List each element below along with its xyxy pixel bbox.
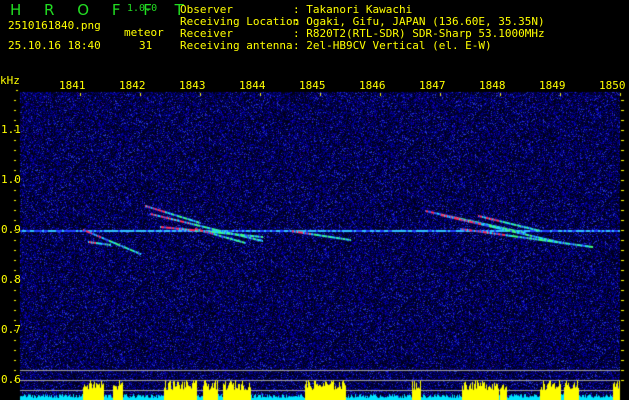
y-tick-label: 0.9 (1, 223, 21, 236)
y-tick-label: 1.1 (1, 123, 21, 136)
x-tick-label: 1849 (539, 79, 566, 92)
x-tick-label: 1842 (119, 79, 146, 92)
x-tick-label: 1841 (59, 79, 86, 92)
meteor-label: meteor (124, 26, 164, 39)
info-label: Receiving antenna (180, 39, 293, 52)
y-unit-label: kHz (0, 74, 20, 87)
x-tick-label: 1843 (179, 79, 206, 92)
y-tick-label: 1.0 (1, 173, 21, 186)
spectrogram (0, 0, 629, 400)
x-tick-label: 1848 (479, 79, 506, 92)
y-tick-label: 0.7 (1, 323, 21, 336)
app-version: 1.0.0 (127, 3, 158, 14)
info-value: : 2el-HB9CV Vertical (el. E-W) (293, 39, 492, 52)
file-name: 2510161840.png (8, 19, 101, 32)
app-logo: H R O F F T (10, 1, 193, 19)
file-datetime: 25.10.16 18:40 (8, 39, 101, 52)
y-tick-label: 0.8 (1, 273, 21, 286)
x-tick-label: 1847 (419, 79, 446, 92)
x-tick-label: 1846 (359, 79, 386, 92)
meteor-count: 31 (139, 39, 153, 52)
y-tick-label: 0.6 (1, 373, 21, 386)
x-tick-label: 1844 (239, 79, 266, 92)
x-tick-label: 1850 (599, 79, 626, 92)
x-tick-label: 1845 (299, 79, 326, 92)
